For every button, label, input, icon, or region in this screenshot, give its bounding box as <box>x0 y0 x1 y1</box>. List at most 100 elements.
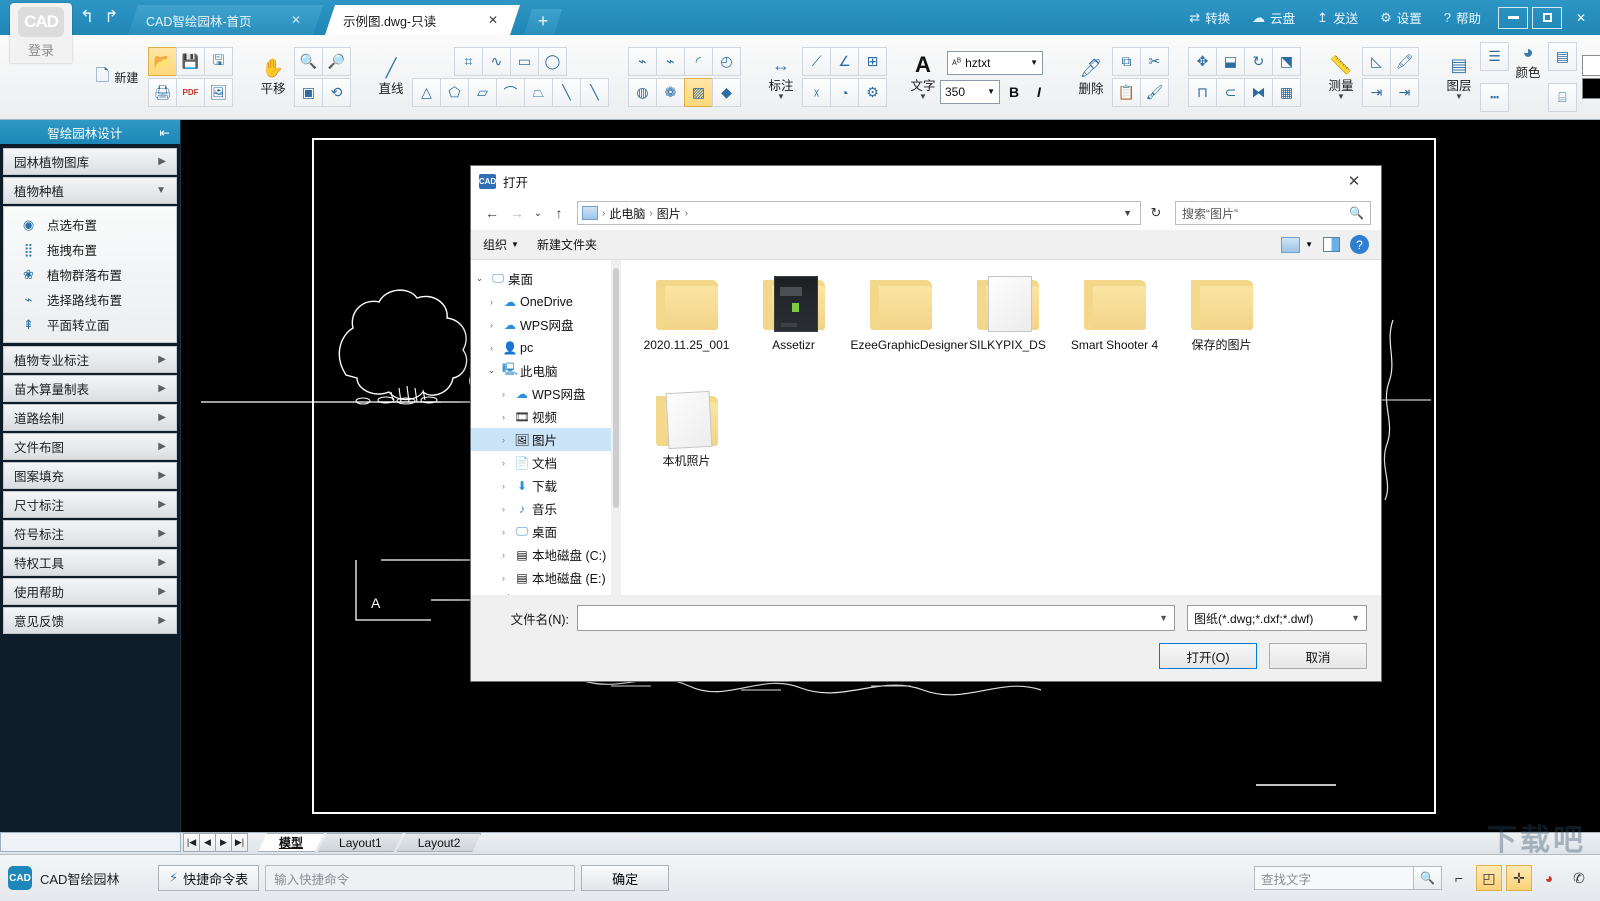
tree-node-desktop[interactable]: ⌄ 🖵 桌面 <box>471 267 611 290</box>
bold-button[interactable]: B <box>1003 80 1025 104</box>
parallelogram-icon[interactable]: ▱ <box>468 78 497 107</box>
close-icon[interactable]: ✕ <box>291 13 301 27</box>
settings-button[interactable]: ⚙ 设置 <box>1369 8 1433 27</box>
help-button[interactable]: ? 帮助 <box>1433 8 1492 27</box>
open-button[interactable]: 打开(O) <box>1159 643 1257 669</box>
pin-icon[interactable]: ⇤ <box>160 125 170 140</box>
tree-scrollbar[interactable] <box>611 260 621 595</box>
send-button[interactable]: ↥ 发送 <box>1306 8 1369 27</box>
polyline-icon[interactable]: ⌗ <box>454 47 483 76</box>
radius-dim-icon[interactable]: ◔ <box>830 78 859 107</box>
measure-button[interactable]: 📏 测量 ▼ <box>1320 35 1362 119</box>
cut-icon[interactable]: ✂ <box>1140 47 1169 76</box>
chevron-right-icon[interactable]: › <box>495 389 512 399</box>
sidebar-item-privilege-tools[interactable]: 特权工具 ▶ <box>3 549 177 576</box>
undo-icon[interactable]: ↰ <box>80 8 94 25</box>
layer-button[interactable]: ▤ 图层 ▼ <box>1438 35 1480 119</box>
sidebar-item-road-drawing[interactable]: 道路绘制 ▶ <box>3 404 177 431</box>
sidebar-subitem-plan-to-elevation[interactable]: ⇞ 平面转立面 <box>8 312 172 337</box>
chevron-down-icon[interactable]: ▼ <box>1337 94 1345 100</box>
array-icon[interactable]: ▦ <box>1272 78 1301 107</box>
fillet-icon[interactable]: ◜ <box>684 47 713 76</box>
chevron-right-icon[interactable]: › <box>495 458 512 468</box>
offset-icon[interactable]: ⊂ <box>1216 78 1245 107</box>
chevron-down-icon[interactable]: ⌄ <box>471 273 488 284</box>
chevron-down-icon[interactable]: ▼ <box>1455 94 1463 100</box>
chevron-right-icon[interactable]: › <box>495 412 512 422</box>
convert-button[interactable]: ⇄ 转换 <box>1178 8 1241 27</box>
chevron-down-icon[interactable]: ▼ <box>1159 613 1168 623</box>
block-icon[interactable]: ⌸ <box>1548 83 1577 112</box>
cloud-button[interactable]: ☁ 云盘 <box>1241 8 1306 27</box>
file-item[interactable]: Assetizr <box>740 274 847 390</box>
sidebar-item-file-layout[interactable]: 文件布图 ▶ <box>3 433 177 460</box>
last-layout-icon[interactable]: ▶| <box>231 833 248 852</box>
command-ok-button[interactable]: 确定 <box>581 865 669 891</box>
color-wheel-icon[interactable]: ◕ <box>1536 865 1562 891</box>
filename-input[interactable]: ▼ <box>577 605 1175 631</box>
print-icon[interactable]: 🖨 <box>148 78 177 107</box>
nav-recent-button[interactable]: ⌄ <box>531 201 545 225</box>
italic-button[interactable]: I <box>1028 80 1050 104</box>
layer-props-icon[interactable]: ▤ <box>1548 42 1577 71</box>
delete-button[interactable]: 🖊 删除 <box>1070 35 1112 119</box>
polygon-icon[interactable]: ⬠ <box>440 78 469 107</box>
chevron-down-icon[interactable]: ▼ <box>987 87 995 96</box>
grid-snap-icon[interactable]: ✛ <box>1506 865 1532 891</box>
file-item[interactable]: EzeeGraphicDesigner <box>847 274 954 390</box>
tree-node-downloads[interactable]: › ⬇ 下载 <box>471 474 611 497</box>
sidebar-subitem-route-place[interactable]: ⌁ 选择路线布置 <box>8 287 172 312</box>
tree-node-desktop-2[interactable]: › 🖵 桌面 <box>471 520 611 543</box>
chevron-right-icon[interactable]: › <box>483 320 500 330</box>
zoom-previous-icon[interactable]: ⟲ <box>322 78 351 107</box>
dimension-button[interactable]: ↔ 标注 ▼ <box>760 35 802 119</box>
folder-tree[interactable]: ⌄ 🖵 桌面 › ☁ OneDrive › ☁ WPS网盘 › 👤 <box>471 260 611 595</box>
trim-icon[interactable]: ⌁ <box>656 47 685 76</box>
ordinate-dim-icon[interactable]: ᵡ <box>802 78 831 107</box>
sidebar-item-help[interactable]: 使用帮助 ▶ <box>3 578 177 605</box>
ray-icon[interactable]: ╲ <box>552 78 581 107</box>
new-button[interactable]: 🗋 新建 <box>86 35 148 119</box>
workspace-icon[interactable]: ✆ <box>1566 865 1592 891</box>
copy-icon[interactable]: ⧉ <box>1112 47 1141 76</box>
sidebar-item-feedback[interactable]: 意见反馈 ▶ <box>3 607 177 634</box>
rotate-icon[interactable]: ↻ <box>1244 47 1273 76</box>
chevron-right-icon[interactable]: › <box>483 297 500 307</box>
chevron-down-icon[interactable]: ▼ <box>1123 208 1136 218</box>
file-item[interactable]: 2020.11.25_001 <box>633 274 740 390</box>
zoom-out-icon[interactable]: 🔎 <box>322 47 351 76</box>
nav-up-button[interactable]: ↑ <box>548 201 570 225</box>
ortho-icon[interactable]: ⌐ <box>1446 865 1472 891</box>
trapezoid-icon[interactable]: ⏢ <box>524 78 553 107</box>
command-input[interactable]: 输入快捷命令 <box>265 865 575 891</box>
linetype-icon[interactable]: ┅ <box>1480 83 1509 112</box>
text-button[interactable]: A 文字 ▼ <box>906 35 940 119</box>
cloud-shape-icon[interactable]: ❁ <box>656 78 685 107</box>
layout-tab-model[interactable]: 模型 <box>258 833 324 852</box>
scale-icon[interactable]: ⬓ <box>1216 47 1245 76</box>
redo-icon[interactable]: ↱ <box>104 8 118 25</box>
close-icon[interactable]: ✕ <box>1335 167 1373 195</box>
triangle-icon[interactable]: △ <box>412 78 441 107</box>
zoom-in-icon[interactable]: 🔍 <box>294 47 323 76</box>
arc-icon[interactable]: ⌒ <box>496 78 525 107</box>
hatch-icon[interactable]: ▨ <box>684 78 713 107</box>
prev-layout-icon[interactable]: ◀ <box>199 833 216 852</box>
new-tab-button[interactable]: + <box>524 9 562 35</box>
tree-node-this-pc[interactable]: ⌄ 🖳 此电脑 <box>471 359 611 382</box>
circle2-icon[interactable]: ◴ <box>712 47 741 76</box>
line-segment-icon[interactable]: ╲ <box>580 78 609 107</box>
chevron-right-icon[interactable]: › <box>495 527 512 537</box>
swatch-white[interactable] <box>1582 55 1600 76</box>
tree-node-pc-user[interactable]: › 👤 pc <box>471 336 611 359</box>
breadcrumb-item-pictures[interactable]: 图片 <box>657 205 681 222</box>
paint-icon[interactable]: ◆ <box>712 78 741 107</box>
tree-node-drive-e[interactable]: › ▤ 本地磁盘 (E:) <box>471 566 611 589</box>
tree-node-onedrive[interactable]: › ☁ OneDrive <box>471 290 611 313</box>
cancel-button[interactable]: 取消 <box>1269 643 1367 669</box>
save-icon[interactable]: 💾 <box>176 47 205 76</box>
move-icon[interactable]: ✥ <box>1188 47 1217 76</box>
search-input[interactable]: 搜索“图片” 🔍 <box>1175 201 1371 225</box>
sidebar-item-planting[interactable]: 植物种植 ▼ <box>3 177 177 204</box>
filetype-select[interactable]: 图纸(*.dwg;*.dxf;*.dwf) ▼ <box>1187 605 1367 631</box>
